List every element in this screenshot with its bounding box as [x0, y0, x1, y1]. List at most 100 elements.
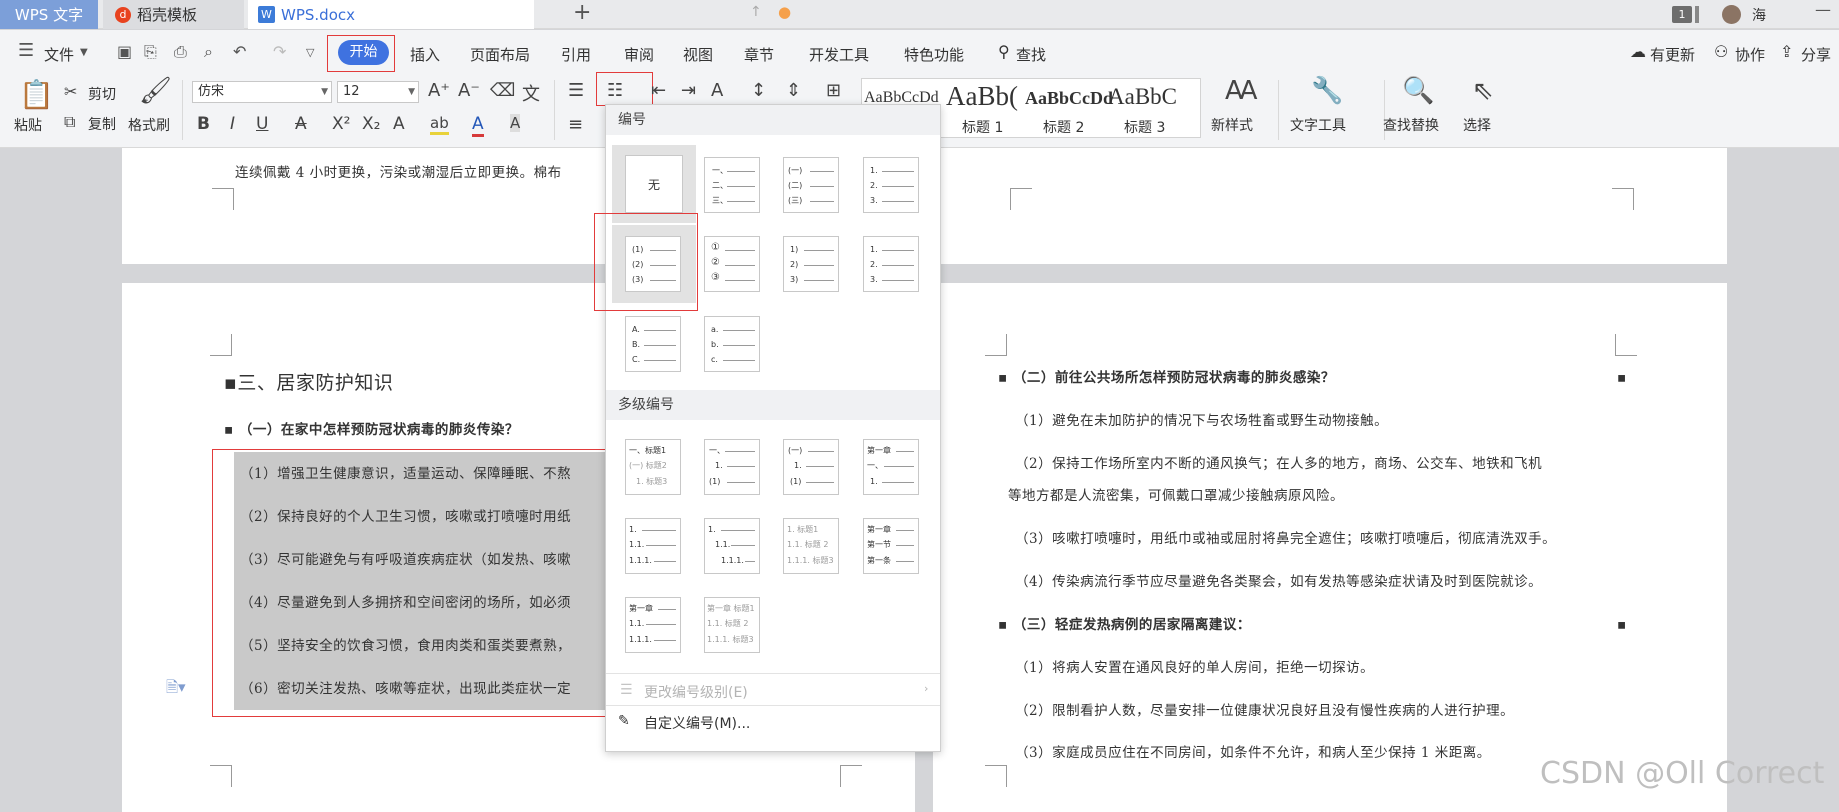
highlight-color-icon[interactable]: ab	[430, 114, 449, 135]
strikethrough-icon[interactable]: A	[295, 114, 307, 134]
text-effect-icon[interactable]: A	[393, 114, 405, 134]
menu-references[interactable]: 引用	[561, 44, 591, 65]
multilevel-option[interactable]: 一、 1. (1)	[704, 439, 760, 495]
numbered-list-icon[interactable]: ☷	[607, 80, 623, 101]
hamburger-icon[interactable]: ☰	[18, 40, 34, 61]
menu-special[interactable]: 特色功能	[904, 44, 964, 65]
multilevel-option[interactable]: 1. 1.1. 1.1.1.	[704, 518, 760, 574]
subheading-1[interactable]: ▪ （一）在家中怎样预防冠状病毒的肺炎传染？	[224, 418, 519, 438]
numbering-option-selected[interactable]: (1) (2) (3)	[612, 225, 696, 303]
copy-button[interactable]: 复制	[88, 114, 116, 134]
style-heading3-label[interactable]: 标题 3	[1124, 117, 1165, 137]
font-color-icon[interactable]: A	[472, 114, 484, 137]
text-tools-button[interactable]: 文字工具	[1290, 115, 1346, 135]
bold-icon[interactable]: B	[197, 114, 210, 134]
font-name-select[interactable]: 仿宋 ▼	[192, 81, 332, 103]
font-shrink-icon[interactable]: A⁻	[458, 80, 480, 101]
menu-dev-tools[interactable]: 开发工具	[809, 44, 869, 65]
format-painter-button[interactable]: 格式刷	[128, 115, 170, 135]
list-item[interactable]: （5）坚持安全的饮食习惯，食用肉类和蛋类要煮熟，	[240, 634, 571, 654]
list-item[interactable]: （2）保持良好的个人卫生习惯，咳嗽或打喷嚏时用纸	[240, 505, 571, 525]
list-item[interactable]: （3）尽可能避免与有呼吸道疾病症状（如发热、咳嗽	[240, 548, 571, 568]
list-item[interactable]: （2）限制看护人数，尽量安排一位健康状况良好且没有慢性疾病的人进行护理。	[1015, 699, 1514, 719]
upload-icon[interactable]: ↑	[750, 4, 762, 20]
custom-numbering-menu-item[interactable]: 自定义编号(M)...	[644, 713, 750, 733]
line-spacing-icon[interactable]: ⇕	[786, 80, 801, 101]
cursor-icon[interactable]: ⇖	[1472, 76, 1494, 106]
export-icon[interactable]: ⎘	[144, 42, 157, 62]
multilevel-option[interactable]: 第一章 一、 1.	[863, 439, 919, 495]
numbering-option[interactable]: 1. 2. 3.	[863, 236, 919, 292]
print-preview-icon[interactable]: ⌕	[204, 42, 213, 62]
find-replace-button[interactable]: 查找替换	[1383, 115, 1439, 135]
list-item[interactable]: （1）将病人安置在通风良好的单人房间，拒绝一切探访。	[1015, 656, 1374, 676]
font-grow-icon[interactable]: A⁺	[428, 80, 450, 101]
multilevel-option[interactable]: 1. 标题1 1.1. 标题 2 1.1.1. 标题3	[783, 518, 839, 574]
select-button[interactable]: 选择	[1463, 115, 1491, 135]
phonetic-icon[interactable]: 文	[522, 80, 540, 106]
copy-icon[interactable]: ⧉	[64, 112, 75, 132]
cut-button[interactable]: 剪切	[88, 84, 116, 104]
tab-document[interactable]: W WPS.docx ↑ ●	[248, 0, 791, 29]
numbering-option[interactable]: A. B. C.	[625, 316, 681, 372]
list-item[interactable]: （4）传染病流行季节应尽量避免各类聚会，如有发热等感染症状请及时到医院就诊。	[1015, 570, 1542, 590]
style-heading1-label[interactable]: 标题 1	[962, 117, 1003, 137]
menu-insert[interactable]: 插入	[410, 44, 440, 65]
wrench-icon[interactable]: 🔧	[1311, 76, 1343, 106]
minimize-button[interactable]: —	[1815, 0, 1831, 19]
heading-home-protection[interactable]: ▪三、居家防护知识	[224, 368, 393, 395]
list-item[interactable]: （3）家庭成员应住在不同房间，如条件不允许，和病人至少保持 1 米距离。	[1015, 741, 1491, 761]
chevron-down-icon[interactable]: ▼	[80, 47, 88, 58]
redo-icon[interactable]: ↷	[273, 42, 286, 61]
paragraph-layout-icon[interactable]: 🗎▾	[166, 677, 186, 702]
underline-icon[interactable]: U	[256, 114, 268, 134]
numbering-option[interactable]: 1. 2. 3.	[863, 157, 919, 213]
list-item[interactable]: （1）增强卫生健康意识，适量运动、保障睡眠、不熬	[240, 462, 571, 482]
list-item[interactable]: 等地方都是人流密集，可佩戴口罩减少接触病原风险。	[1008, 484, 1344, 504]
cut-icon[interactable]: ✂	[64, 82, 77, 101]
italic-icon[interactable]: I	[230, 114, 235, 134]
multilevel-option[interactable]: 第一章 第一节 第一条	[863, 518, 919, 574]
save-icon[interactable]: ▣	[117, 42, 132, 61]
update-button[interactable]: 有更新	[1650, 44, 1695, 65]
multilevel-option[interactable]: 第一章 1.1. 1.1.1.	[625, 597, 681, 653]
paste-icon[interactable]: 📋	[19, 78, 54, 111]
numbering-option[interactable]: (一) (二) (三)	[783, 157, 839, 213]
numbering-option-none[interactable]: 无	[612, 145, 696, 223]
new-style-icon[interactable]: Ꜳ	[1225, 76, 1258, 106]
print-icon[interactable]: ⎙	[174, 42, 187, 62]
subscript-icon[interactable]: X₂	[362, 114, 380, 134]
bullet-list-icon[interactable]: ☰	[568, 80, 584, 101]
decrease-indent-icon[interactable]: ⇤	[651, 80, 666, 101]
multilevel-option[interactable]: 第一章 标题1 1.1. 标题 2 1.1.1. 标题3	[704, 597, 760, 653]
clear-format-icon[interactable]: ⌫	[490, 80, 515, 101]
format-painter-icon[interactable]: 🖌	[139, 76, 172, 106]
text-direction-icon[interactable]: A	[711, 80, 723, 101]
change-level-menu-item[interactable]: 更改编号级别(E)	[644, 682, 748, 702]
list-item[interactable]: （1）避免在未加防护的情况下与农场牲畜或野生动物接触。	[1015, 409, 1388, 429]
menu-start[interactable]: 开始	[338, 40, 389, 65]
style-heading3-preview[interactable]: AaBbC	[1108, 84, 1177, 110]
style-heading2-preview[interactable]: AaBbCcDd	[1025, 88, 1113, 109]
multilevel-option[interactable]: (一) 1. (1)	[783, 439, 839, 495]
paste-button[interactable]: 粘贴	[14, 115, 42, 135]
font-size-select[interactable]: 12 ▼	[337, 81, 419, 103]
new-style-button[interactable]: 新样式	[1211, 115, 1253, 135]
list-item[interactable]: （6）密切关注发热、咳嗽等症状，出现此类症状一定	[240, 677, 571, 697]
collab-button[interactable]: 协作	[1735, 44, 1765, 65]
find-replace-icon[interactable]: 🔍	[1402, 76, 1434, 106]
menu-chapter[interactable]: 章节	[744, 44, 774, 65]
menu-page-layout[interactable]: 页面布局	[470, 44, 530, 65]
user-name[interactable]: 海	[1752, 5, 1766, 25]
multilevel-option[interactable]: 一、标题1 (一) 标题2 1. 标题3	[625, 439, 681, 495]
menu-file[interactable]: 文件	[44, 44, 74, 65]
align-left-icon[interactable]: ≡	[568, 114, 583, 135]
multilevel-option[interactable]: 1. 1.1. 1.1.1.	[625, 518, 681, 574]
more-quick-icon[interactable]: ▽	[306, 46, 314, 59]
style-heading2-label[interactable]: 标题 2	[1043, 117, 1084, 137]
undo-icon[interactable]: ↶	[233, 42, 246, 61]
search-icon[interactable]: ⚲	[998, 42, 1010, 61]
numbering-option[interactable]: a. b. c.	[704, 316, 760, 372]
list-item[interactable]: （2）保持工作场所室内不断的通风换气；在人多的地方，商场、公交车、地铁和飞机	[1015, 452, 1542, 472]
menu-find[interactable]: 查找	[1016, 44, 1046, 65]
